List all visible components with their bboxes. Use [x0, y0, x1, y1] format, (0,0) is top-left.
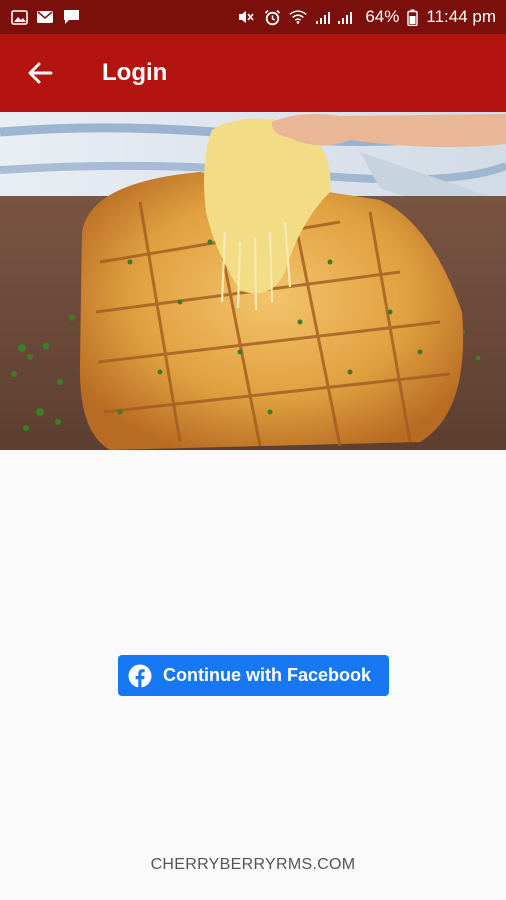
continue-with-facebook-button[interactable]: Continue with Facebook: [118, 655, 389, 696]
facebook-button-label: Continue with Facebook: [163, 665, 372, 685]
chat-icon: [62, 9, 80, 25]
facebook-logo-icon: [128, 664, 152, 688]
mail-icon: [36, 9, 54, 25]
battery-percentage: 64%: [365, 7, 400, 26]
signal-icon: [315, 9, 357, 25]
garlic-bread-photo: [0, 112, 506, 450]
battery-icon: [407, 9, 419, 26]
footer-brand: CHERRYBERRYRMS.COM: [150, 856, 356, 873]
notification-icons: [10, 9, 80, 25]
page-title: Login: [102, 59, 168, 86]
app-bar: Login: [0, 34, 506, 112]
alarm-icon: [263, 9, 281, 25]
mute-icon: [237, 9, 255, 25]
system-icons: 64% 11:44 pm: [237, 7, 496, 27]
arrow-left-icon: [27, 61, 53, 85]
hero-image: [0, 112, 506, 450]
clock: 11:44 pm: [426, 7, 496, 26]
status-bar: 64% 11:44 pm: [0, 0, 506, 34]
wifi-icon: [289, 9, 307, 25]
back-button[interactable]: [12, 45, 68, 101]
gallery-icon: [10, 9, 28, 25]
